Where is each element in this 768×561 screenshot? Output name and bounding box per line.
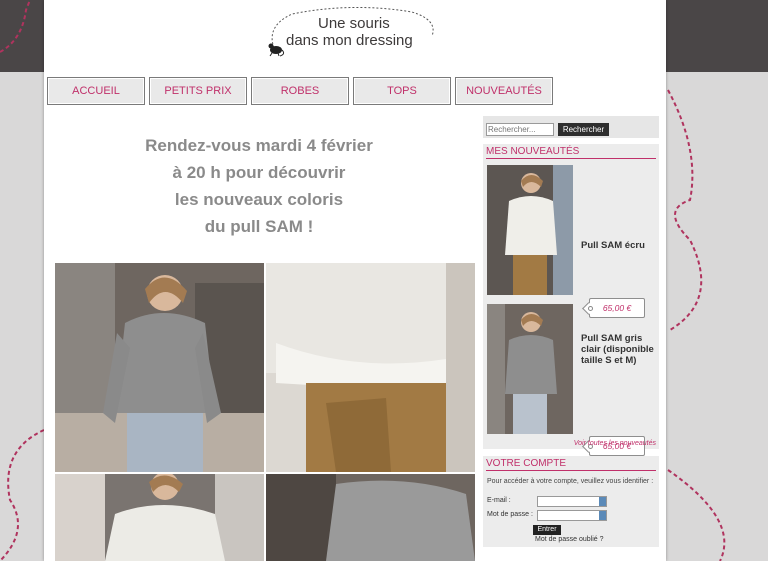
keyboard-icon — [599, 497, 606, 506]
email-label: E-mail : — [487, 497, 511, 504]
mouse-icon — [268, 43, 285, 57]
new-items-title: MES NOUVEAUTÉS — [486, 146, 656, 159]
tag-hole — [588, 306, 593, 311]
announcement-line-4: du pull SAM ! — [204, 217, 314, 236]
login-button[interactable]: Entrer — [533, 525, 561, 535]
account-section: VOTRE COMPTE Pour accéder à votre compte… — [483, 456, 659, 547]
logo-line-1: Une souris — [318, 15, 390, 32]
account-title: VOTRE COMPTE — [486, 458, 656, 471]
price-tag-ecru: 65,00 € — [588, 298, 645, 318]
password-label: Mot de passe : — [487, 511, 533, 518]
product-image-ecru[interactable] — [487, 165, 573, 295]
product-name-ecru[interactable]: Pull SAM écru — [581, 240, 657, 251]
search-button[interactable]: Rechercher — [558, 123, 609, 136]
announcement-line-1: Rendez-vous mardi 4 février — [145, 136, 373, 155]
photo-grey-sweater[interactable] — [55, 263, 264, 472]
nav-nouveautes[interactable]: NOUVEAUTÉS — [455, 77, 553, 105]
price-ecru: 65,00 € — [602, 303, 632, 313]
forgot-password-link[interactable]: Mot de passe oublié ? — [535, 536, 604, 543]
search-input[interactable] — [486, 123, 554, 136]
photo-grey-knit-detail[interactable] — [266, 474, 475, 561]
nav-robes[interactable]: ROBES — [251, 77, 349, 105]
site-logo[interactable]: Une souris dans mon dressing — [262, 6, 438, 62]
new-items-section: MES NOUVEAUTÉS Pull SAM écru 65,00 € Pul… — [483, 144, 659, 456]
search-box: Rechercher — [483, 116, 659, 138]
nav-tops[interactable]: TOPS — [353, 77, 451, 105]
announcement: Rendez-vous mardi 4 février à 20 h pour … — [54, 132, 464, 240]
nav-petits-prix[interactable]: PETITS PRIX — [149, 77, 247, 105]
nav-accueil[interactable]: ACCUEIL — [47, 77, 145, 105]
logo-line-2: dans mon dressing — [286, 32, 413, 49]
announcement-line-2: à 20 h pour découvrir — [172, 163, 346, 182]
page-container: Une souris dans mon dressing ACCUEIL PET… — [44, 0, 666, 561]
email-field[interactable] — [537, 496, 607, 507]
product-image-grey[interactable] — [487, 304, 573, 434]
account-intro: Pour accéder à votre compte, veuillez vo… — [487, 478, 654, 485]
keyboard-icon — [599, 511, 606, 520]
product-name-grey[interactable]: Pull SAM gris clair (disponible taille S… — [581, 333, 657, 366]
announcement-line-3: les nouveaux coloris — [174, 190, 344, 209]
password-field[interactable] — [537, 510, 607, 521]
photo-sweater-detail[interactable] — [266, 263, 475, 472]
photo-ecru-sweater[interactable] — [55, 474, 264, 561]
see-all-new-link[interactable]: Voir toutes les nouveautés — [574, 440, 656, 447]
